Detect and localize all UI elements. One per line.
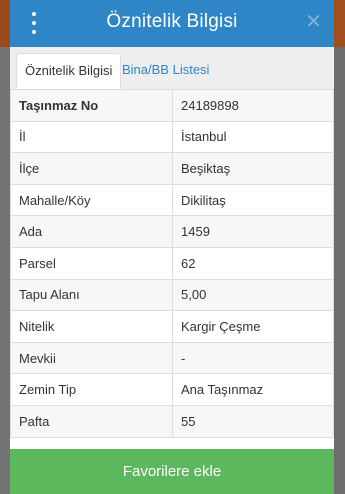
dialog-title: Öznitelik Bilgisi	[106, 11, 238, 32]
close-icon[interactable]: ✕	[305, 12, 322, 32]
row-value: 62	[172, 246, 334, 280]
table-row: Mevkii -	[10, 341, 334, 375]
table-row: Pafta 55	[10, 404, 334, 438]
attribute-table-container: Taşınmaz No 24189898 İl İstanbul İlçe Be…	[10, 89, 334, 438]
row-key: Zemin Tip	[10, 373, 173, 406]
row-key: Parsel	[10, 246, 173, 280]
map-toolbar-right	[334, 0, 345, 47]
row-value: İstanbul	[172, 120, 334, 154]
row-key: Mahalle/Köy	[10, 183, 173, 217]
row-key: Taşınmaz No	[10, 89, 173, 122]
add-to-favorites-button[interactable]: Favorilere ekle	[10, 449, 334, 494]
table-row: İl İstanbul	[10, 120, 334, 154]
table-row: Tapu Alanı 5,00	[10, 278, 334, 312]
table-row: İlçe Beşiktaş	[10, 152, 334, 185]
row-value: Kargir Çeşme	[172, 310, 334, 343]
row-value: 24189898	[172, 89, 334, 122]
row-key: İlçe	[10, 152, 173, 185]
map-toolbar-left	[0, 0, 10, 47]
table-row: Parsel 62	[10, 246, 334, 280]
row-value: -	[172, 341, 334, 375]
row-value: Dikilitaş	[172, 183, 334, 217]
row-key: İl	[10, 120, 173, 154]
attribute-dialog: Öznitelik Bilgisi ✕ Öznitelik Bilgisi Bi…	[10, 0, 334, 494]
row-key: Mevkii	[10, 341, 173, 375]
row-value: 55	[172, 404, 334, 438]
map-edge-right	[334, 0, 345, 494]
row-value: Beşiktaş	[172, 152, 334, 185]
row-key: Ada	[10, 215, 173, 248]
row-value: 5,00	[172, 278, 334, 312]
row-key: Nitelik	[10, 310, 173, 343]
row-value: Ana Taşınmaz	[172, 373, 334, 406]
attribute-table: Taşınmaz No 24189898 İl İstanbul İlçe Be…	[10, 89, 334, 438]
tab-building-list[interactable]: Bina/BB Listesi	[114, 53, 217, 89]
table-row: Mahalle/Köy Dikilitaş	[10, 183, 334, 217]
table-row: Nitelik Kargir Çeşme	[10, 310, 334, 343]
tab-attribute-info[interactable]: Öznitelik Bilgisi	[16, 53, 122, 89]
row-value: 1459	[172, 215, 334, 248]
tab-bar: Öznitelik Bilgisi Bina/BB Listesi	[10, 47, 334, 90]
row-key: Tapu Alanı	[10, 278, 173, 312]
map-edge-left	[0, 0, 10, 494]
row-key: Pafta	[10, 404, 173, 438]
dialog-titlebar: Öznitelik Bilgisi ✕	[10, 0, 334, 47]
table-row: Ada 1459	[10, 215, 334, 248]
table-row: Taşınmaz No 24189898	[10, 89, 334, 122]
table-row: Zemin Tip Ana Taşınmaz	[10, 373, 334, 406]
